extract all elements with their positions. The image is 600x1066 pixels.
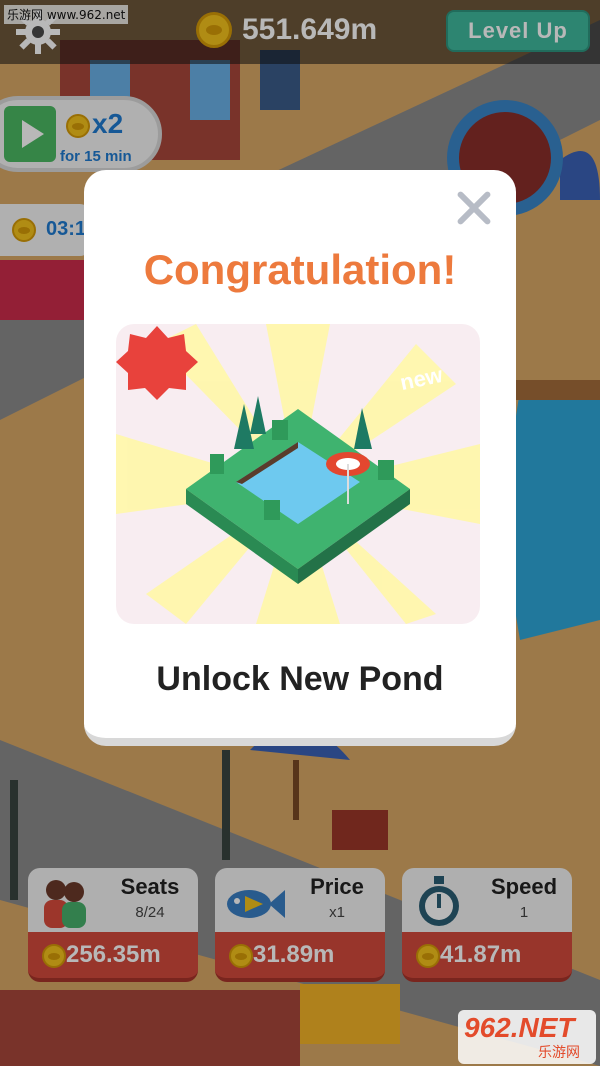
modal-subtitle: Unlock New Pond <box>156 660 444 698</box>
watermark-logo: 962.NET 乐游网 <box>458 1010 596 1064</box>
watermark-logo-text: 962.NET <box>464 1012 575 1043</box>
new-badge-icon <box>116 326 198 400</box>
pond-preview: new <box>116 324 480 624</box>
watermark-logo-sub: 乐游网 <box>538 1045 580 1061</box>
modal-title: Congratulation! <box>143 246 457 293</box>
unlock-modal: Congratulation! new Unlock New Pond <box>84 170 516 746</box>
close-icon[interactable] <box>454 188 494 228</box>
